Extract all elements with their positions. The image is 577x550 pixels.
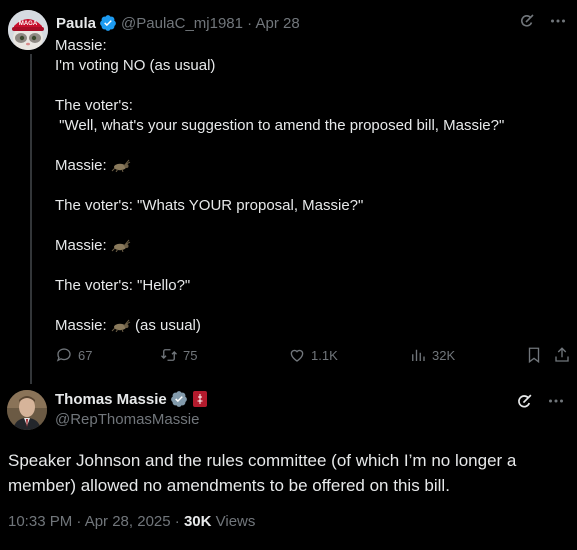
views-count: 30K — [183, 513, 212, 530]
cricket-emoji-icon — [111, 159, 131, 173]
reply-text-line: I'm voting NO (as usual) — [55, 56, 565, 76]
views-button[interactable]: 32K — [409, 346, 455, 364]
thread-connector-line — [30, 54, 32, 384]
grok-icon[interactable] — [516, 393, 533, 410]
reply-text-line: The voter's: — [55, 96, 565, 116]
avatar-hat-text: MAGA — [19, 21, 38, 27]
verified-badge-icon — [100, 15, 116, 31]
reply-icon — [56, 348, 71, 362]
like-count: 1.1K — [311, 347, 338, 363]
reply-button[interactable]: 67 — [55, 346, 92, 364]
reply-action-bar: 67 75 1.1K 32K — [55, 346, 577, 366]
tweet-detail-view: MAGA Paula @PaulaC_mj1981 · Apr 28 Massi… — [0, 0, 577, 550]
reply-text-line: Massie: — [55, 156, 565, 176]
reply-line-text: "Well, what's your suggestion to amend t… — [55, 117, 505, 134]
reply-line-text: Massie: — [55, 157, 111, 174]
author-name[interactable]: Paula — [56, 15, 96, 32]
cricket-emoji-icon — [111, 319, 131, 333]
reply-line-text: Massie: — [55, 317, 111, 334]
reply-text-line — [55, 76, 565, 96]
author-handle-date[interactable]: @PaulaC_mj1981 · Apr 28 — [121, 15, 300, 32]
views-label: Views — [211, 513, 256, 530]
reply-line-text: The voter's: "Whats YOUR proposal, Massi… — [55, 197, 364, 214]
reply-text-line — [55, 296, 565, 316]
avatar[interactable]: MAGA — [8, 10, 48, 50]
reply-text-line: The voter's: "Whats YOUR proposal, Massi… — [55, 196, 565, 216]
reply-text-line — [55, 216, 565, 236]
reply-line-text: The voter's: — [55, 97, 133, 114]
reply-top-actions — [519, 12, 567, 30]
main-author-row: Thomas Massie — [55, 390, 207, 408]
bookmark-button[interactable] — [525, 346, 543, 364]
repost-button[interactable]: 75 — [160, 346, 197, 364]
more-options-icon[interactable] — [547, 392, 565, 410]
grok-icon[interactable] — [519, 13, 535, 29]
reply-count: 67 — [78, 347, 93, 363]
tweet-metadata: 10:33 PM · Apr 28, 2025 · 30K Views — [8, 513, 255, 530]
reply-text-line — [55, 176, 565, 196]
timestamp[interactable]: 10:33 PM · Apr 28, 2025 · — [8, 513, 184, 530]
reply-line-text: Massie: — [55, 37, 107, 54]
share-button[interactable] — [553, 346, 571, 364]
reply-tweet[interactable]: MAGA Paula @PaulaC_mj1981 · Apr 28 Massi… — [0, 0, 577, 384]
cricket-emoji-icon — [111, 239, 131, 253]
reply-text-line: The voter's: "Hello?" — [55, 276, 565, 296]
heart-icon — [290, 349, 304, 362]
reply-text-line: Massie: (as usual) — [55, 317, 201, 334]
views-count: 32K — [432, 347, 456, 363]
reply-text-line: Massie: — [55, 36, 565, 56]
reply-body-text: Massie: I'm voting NO (as usual) The voter… — [55, 36, 565, 336]
reply-line-text: Massie: — [55, 237, 111, 254]
share-icon — [555, 347, 569, 362]
author-name[interactable]: Thomas Massie — [55, 391, 167, 408]
reply-header: Paula @PaulaC_mj1981 · Apr 28 — [56, 13, 300, 33]
avatar[interactable] — [7, 390, 47, 430]
like-button[interactable]: 1.1K — [288, 346, 338, 364]
bookmark-icon — [528, 347, 540, 364]
repost-icon — [161, 349, 177, 361]
reply-text-line: "Well, what's your suggestion to amend t… — [55, 116, 565, 136]
main-tweet: Thomas Massie @RepThomasMassie Speaker J… — [0, 378, 577, 550]
author-handle[interactable]: @RepThomasMassie — [55, 411, 199, 428]
reply-text-line: Massie: — [55, 236, 565, 256]
gray-verified-badge-icon — [170, 391, 187, 407]
reply-line-text: The voter's: "Hello?" — [55, 277, 191, 294]
reply-line-text: I'm voting NO (as usual) — [55, 57, 216, 74]
repost-count: 75 — [183, 347, 198, 363]
government-affiliation-icon — [192, 391, 207, 407]
reply-text-line — [55, 256, 565, 276]
reply-text-line — [55, 136, 565, 156]
more-options-icon[interactable] — [549, 12, 567, 30]
views-chart-icon — [412, 349, 425, 361]
main-tweet-text: Speaker Johnson and the rules committee … — [8, 451, 517, 495]
main-top-actions — [516, 392, 565, 410]
